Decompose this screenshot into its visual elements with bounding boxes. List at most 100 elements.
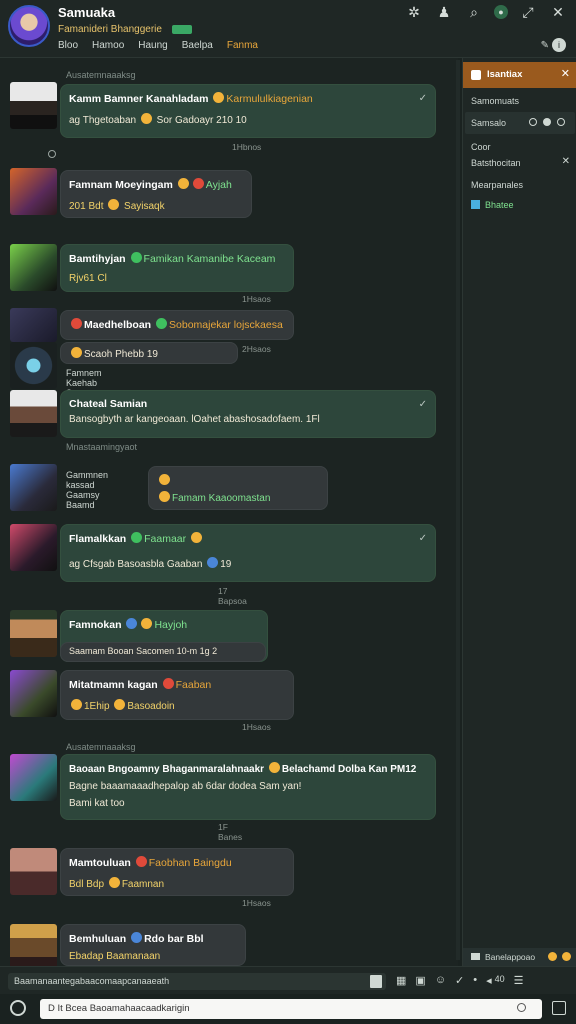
right-sidebar: Isantiax ✕ Samomuats Samsalo Coor Batsth… [462,58,576,966]
avatar[interactable] [10,82,57,129]
sender-tag: Hayjoh [154,619,188,631]
message-bubble[interactable]: Famam Kaaoomastan [148,466,328,510]
nav-item-4[interactable]: Baelpa [182,40,213,51]
nav-item-3[interactable]: Haung [138,40,167,51]
sidebar-item[interactable]: Batsthocitan [471,158,521,168]
option-icon[interactable] [557,118,565,126]
message-text: Sor Gadoayr 210 10 [156,115,247,126]
notification-icon[interactable]: ♟ [434,2,454,22]
avatar[interactable] [10,168,57,215]
sender-name[interactable]: Famnokan [69,619,122,631]
search-icon[interactable] [517,1003,526,1012]
status-icon[interactable]: ● [494,5,508,19]
message-text: Scaoh Phebb 19 [84,349,158,360]
more-icon[interactable]: • [473,974,477,987]
sender-name[interactable]: Mamtouluan [69,857,131,869]
volume-level: 40 [494,974,505,984]
pin-icon[interactable]: ✎ [541,40,549,51]
avatar[interactable] [10,244,57,291]
sidebar-footer-icon [471,953,480,960]
grid-icon[interactable]: ▦ [396,974,406,987]
attach-icon[interactable] [10,1000,26,1016]
message-bubble[interactable]: Bamtihyjan Famikan Kamanibe Kaceam Rjv61… [60,244,294,292]
close-icon[interactable]: ✕ [562,156,570,167]
message-bubble[interactable]: Bemhuluan Rdo bar Bbl Ebadap Baamanaan [60,924,246,966]
settings-icon[interactable]: ✲ [404,2,424,22]
sender-name[interactable]: Famnam Moeyingam [69,179,173,191]
message-bubble[interactable]: Mitatmamn kagan Faaban 1Ehip Basoadoin [60,670,294,720]
message-text: 19 [220,559,232,570]
message-bubble[interactable]: Scaoh Phebb 19 [60,342,238,364]
sidebar-title: Isantiax [487,69,523,80]
sender-name[interactable]: Gammnen kassad [66,470,108,490]
group-avatar[interactable] [8,5,50,47]
close-icon[interactable]: ✕ [548,2,568,22]
message-bubble[interactable]: Kamm Bamner Kanahladam Karmululkiagenian… [60,84,436,138]
avatar[interactable] [10,524,57,571]
group-subtitle: Famanideri Bhanggerie [58,24,162,35]
chat-area: Ausatemnaaaksg Kamm Bamner Kanahladam Ka… [0,58,458,966]
command-bar[interactable]: Baamanaantegabaacomaapcanaaeath [8,973,386,990]
message-bubble[interactable]: Saamam Booan Sacomen 10-m 1g 2 [60,642,266,662]
avatar[interactable] [10,848,57,895]
sender-name[interactable]: Flamalkkan [69,533,126,545]
avatar[interactable] [10,342,57,389]
file-icon[interactable] [370,975,382,988]
sidebar-footer-text[interactable]: Banelappoao [485,952,535,962]
emoji-icon[interactable] [562,952,571,961]
menu-icon[interactable] [552,1001,566,1015]
emoji-icon[interactable] [548,952,557,961]
sender-name[interactable]: Bemhuluan [69,933,126,945]
avatar[interactable] [10,464,57,511]
check-icon[interactable]: ✓ [455,974,464,987]
reaction-icon[interactable] [48,150,56,158]
expand-icon[interactable]: ⤢ [518,2,538,22]
message-text: Saamam Booan [69,646,134,656]
avatar[interactable] [10,924,57,966]
sidebar-item[interactable]: Samomuats [471,96,519,106]
message-bubble[interactable]: Chateal Samian Bansogbyth ar kangeoaan. … [60,390,436,438]
date-separator: Ausatemnaaaksg [66,742,136,752]
message-text: Ebadap Baamanaan [69,951,161,962]
sidebar-item[interactable]: Samsalo [471,118,506,128]
message-bubble[interactable]: Maedhelboan Sobomajekar lojsckaesa [60,310,294,340]
chat-scrollbar[interactable] [456,60,460,960]
timestamp: 1Hbnos [232,142,262,152]
emoji-icon[interactable]: ☺ [435,974,446,987]
nav-item-5[interactable]: Fanma [227,40,258,51]
sender-name[interactable]: Chateal Samian [69,398,427,410]
online-badge [172,25,192,34]
sender-name[interactable]: Baoaan Bngoamny Bhaganmaralahnaakr [69,764,264,775]
avatar[interactable] [10,610,57,657]
sender-name[interactable]: Kamm Bamner Kanahladam [69,93,208,105]
header-nav: Bloo Hamoo Haung Baelpa Fanma [58,40,258,51]
message-bubble[interactable]: Famnam Moeyingam Ayjah 201 Bdt Sayisaqk [60,170,252,218]
message-input[interactable]: D It Bcea Baoamahaacaadkarigin [40,999,542,1019]
avatar[interactable] [10,754,57,801]
search-icon[interactable]: ⌕ [464,2,484,22]
sender-name[interactable]: Mitatmamn kagan [69,679,158,691]
sender-name[interactable]: Maedhelboan [84,319,151,331]
message-bubble[interactable]: Mamtouluan Faobhan Baingdu Bdl Bdp Faamn… [60,848,294,896]
close-icon[interactable]: ✕ [561,67,570,80]
menu-icon[interactable]: ☰ [514,974,524,987]
nav-item-1[interactable]: Bloo [58,40,78,51]
info-icon[interactable]: i [552,38,566,52]
timestamp: 1Hsaos [242,722,271,732]
option-icon[interactable] [543,118,551,126]
sidebar-item[interactable]: Bhatee [485,200,514,210]
message-text: Bansogbyth ar kangeoaan. lOahet abashosa… [69,414,320,425]
image-icon[interactable]: ▣ [415,974,425,987]
message-bubble[interactable]: Flamalkkan Faamaar ag Cfsgab Basoasbla G… [60,524,436,582]
message-text: Bagne baaamaaadhepalop ab 6dar dodea Sam… [69,781,302,792]
sender-name[interactable]: Bamtihyjan [69,253,126,265]
avatar[interactable] [10,670,57,717]
avatar[interactable] [10,390,57,437]
avatar[interactable] [10,308,57,342]
message-bubble[interactable]: Baoaan Bngoamny Bhaganmaralahnaakr Belac… [60,754,436,820]
option-icon[interactable] [529,118,537,126]
date-separator: Mnastaamingyaot [66,442,138,452]
volume-icon[interactable]: ◂ [486,974,492,987]
sidebar-label: Mearpanales [471,180,524,190]
nav-item-2[interactable]: Hamoo [92,40,124,51]
